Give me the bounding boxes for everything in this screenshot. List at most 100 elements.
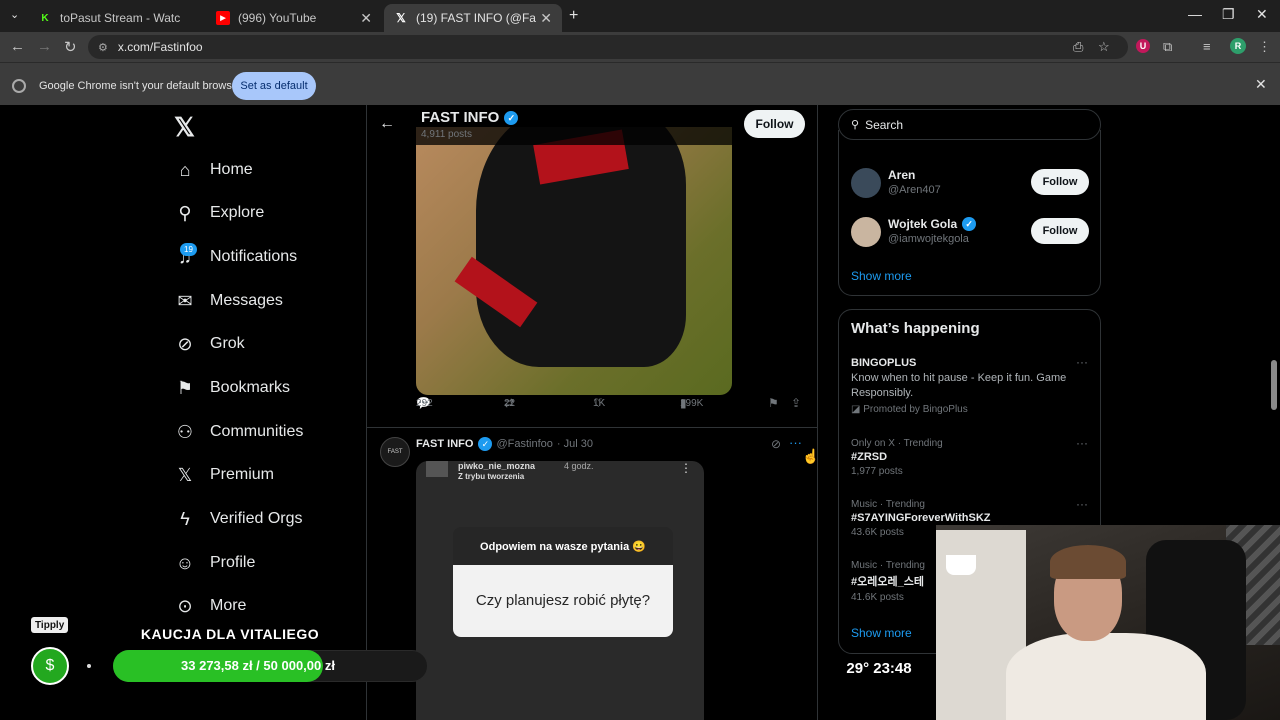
promo-name: BINGOPLUS — [851, 357, 917, 369]
trend-title: #ZRSD — [851, 451, 888, 463]
promoted-trend[interactable]: BINGOPLUS Know when to hit pause - Keep … — [851, 355, 1091, 415]
reload-icon[interactable]: ↻ — [64, 38, 77, 56]
show-more-link[interactable]: Show more — [851, 269, 912, 283]
page-scrollbar[interactable] — [1271, 360, 1277, 410]
trends-title: What’s happening — [851, 320, 980, 337]
nav-verified-orgs[interactable]: ϟ Verified Orgs — [174, 504, 302, 534]
nav-label: Premium — [210, 466, 275, 483]
close-window-icon[interactable]: ✕ — [1256, 6, 1268, 23]
show-more-link[interactable]: Show more — [851, 626, 912, 640]
author-handle[interactable]: @Fastinfoo — [496, 438, 552, 450]
tab-search-icon[interactable]: ⌄ — [10, 8, 19, 21]
bookmark-star-icon[interactable]: ☆ — [1098, 39, 1110, 55]
x-icon: 𝕏 — [396, 11, 406, 25]
follow-button[interactable]: Follow — [1031, 218, 1089, 244]
forward-icon[interactable]: → — [37, 38, 52, 55]
nav-label: Profile — [210, 554, 256, 571]
tab-kick[interactable]: K toPasut Stream - Watch Live on — [28, 4, 206, 32]
site-info-icon[interactable]: ⚙ — [98, 41, 108, 54]
more-options-icon[interactable]: ··· — [1076, 497, 1088, 511]
nav-communities[interactable]: ⚇ Communities — [174, 417, 303, 447]
kick-icon: K — [41, 12, 49, 24]
more-vertical-icon: ⋮ — [680, 461, 692, 475]
webcam-person-hair — [1050, 545, 1126, 579]
question-text: Czy planujesz robić płytę? — [453, 565, 673, 637]
nav-label: Messages — [210, 292, 283, 309]
webcam-person-body — [1006, 633, 1206, 720]
user-name: Wojtek Gola ✓ — [888, 217, 977, 231]
back-icon[interactable]: ← — [10, 38, 25, 55]
avatar — [851, 168, 881, 198]
avatar[interactable]: FAST — [380, 437, 410, 467]
promo-description: Know when to hit pause - Keep it fun. Ga… — [851, 372, 1067, 399]
close-tab-icon[interactable]: ✕ — [360, 10, 372, 27]
nav-explore[interactable]: ⚲ Explore — [174, 198, 264, 228]
minimize-icon[interactable]: — — [1188, 6, 1202, 22]
follow-button[interactable]: Follow — [744, 110, 805, 138]
people-icon: ⚇ — [176, 421, 194, 442]
extensions-icon[interactable]: ⧉ — [1163, 39, 1172, 55]
infobar-message: Google Chrome isn't your default browser — [39, 80, 242, 92]
more-options-icon[interactable]: ··· — [789, 435, 802, 450]
question-title: Odpowiem na wasze pytania 😀 — [453, 527, 673, 565]
more-options-icon[interactable]: ··· — [1076, 355, 1088, 369]
mail-icon: ✉ — [177, 290, 193, 311]
x-icon: 𝕏 — [177, 464, 193, 485]
post-count: 4,911 posts — [421, 129, 472, 140]
verified-badge-icon: ✓ — [478, 437, 493, 451]
search-input[interactable]: ⚲ Search — [838, 109, 1101, 140]
story-username: piwko_nie_mozna — [458, 461, 536, 471]
nav-messages[interactable]: ✉ Messages — [174, 286, 283, 316]
nav-home[interactable]: ⌂ Home — [174, 155, 253, 185]
view-count: 199K — [680, 397, 704, 409]
tab-youtube[interactable]: ▶ (996) YouTube ✕ — [206, 4, 382, 32]
story-time: 4 godz. — [564, 461, 594, 471]
person-icon: ☺ — [175, 552, 195, 573]
close-tab-icon[interactable]: ✕ — [540, 10, 552, 27]
maximize-icon[interactable]: ❐ — [1222, 6, 1235, 23]
like-count: 1K — [593, 397, 606, 409]
search-icon: ⚲ — [178, 202, 192, 223]
search-icon: ⚲ — [851, 119, 860, 131]
tweet-media-image[interactable]: piwko_nie_mozna 4 godz. Z trybu tworzeni… — [416, 461, 704, 720]
close-infobar-icon[interactable]: ✕ — [1255, 76, 1267, 93]
extension-icon[interactable]: U — [1136, 39, 1150, 53]
nav-bookmarks[interactable]: ⚑ Bookmarks — [174, 373, 290, 403]
bookmark-icon: ⚑ — [768, 396, 779, 410]
divider — [367, 427, 817, 428]
suggested-user[interactable]: Aren @Aren407 Follow — [851, 168, 1091, 202]
trend-count: 1,977 posts — [851, 466, 903, 477]
trend-item[interactable]: Only on X · Trending #ZRSD 1,977 posts ·… — [851, 436, 1091, 477]
address-bar[interactable]: ⚙ x.com/Fastinfoo — [88, 35, 1128, 59]
author-name[interactable]: FAST INFO — [416, 438, 473, 450]
x-logo-icon[interactable]: 𝕏 — [174, 112, 195, 143]
nav-grok[interactable]: ⊘ Grok — [174, 329, 244, 359]
back-arrow-icon[interactable]: ← — [379, 115, 395, 133]
default-browser-infobar: Google Chrome isn't your default browser… — [0, 62, 1280, 105]
promoted-icon: ◪ — [851, 403, 864, 415]
chrome-menu-icon[interactable]: ⋮ — [1258, 39, 1271, 55]
home-icon: ⌂ — [179, 159, 191, 180]
grok-icon[interactable]: ⊘ — [771, 437, 781, 451]
more-circle-icon: ⊙ — [177, 595, 193, 616]
tab-title: (996) YouTube — [238, 11, 317, 25]
tab-x[interactable]: 𝕏 (19) FAST INFO (@Fastinfoo) / X ✕ — [384, 4, 562, 32]
mouse-cursor-icon: ☝ — [802, 448, 820, 464]
youtube-icon: ▶ — [216, 11, 230, 25]
tweet-media-image[interactable] — [416, 127, 732, 395]
more-options-icon[interactable]: ··· — [1076, 436, 1088, 450]
profile-avatar[interactable]: R — [1230, 38, 1246, 54]
suggested-user[interactable]: Wojtek Gola ✓ @iamwojtekgola Follow — [851, 217, 1091, 251]
install-app-icon[interactable]: ⎙ — [1073, 39, 1083, 55]
tweet-date[interactable]: · Jul 30 — [557, 438, 593, 450]
nav-premium[interactable]: 𝕏 Premium — [174, 460, 274, 490]
media-control-icon[interactable]: ≡ — [1203, 39, 1211, 54]
set-default-button[interactable]: Set as default — [232, 72, 316, 100]
avatar — [851, 217, 881, 247]
new-tab-icon[interactable]: + — [569, 7, 578, 25]
follow-button[interactable]: Follow — [1031, 169, 1089, 195]
timeline-column: ← FAST INFO ✓ 4,911 posts Follow 💬 292 ⇄ 22… — [366, 105, 818, 720]
profile-name-text: FAST INFO — [421, 109, 500, 126]
nav-profile[interactable]: ☺ Profile — [174, 548, 256, 578]
nav-more[interactable]: ⊙ More — [174, 591, 246, 621]
